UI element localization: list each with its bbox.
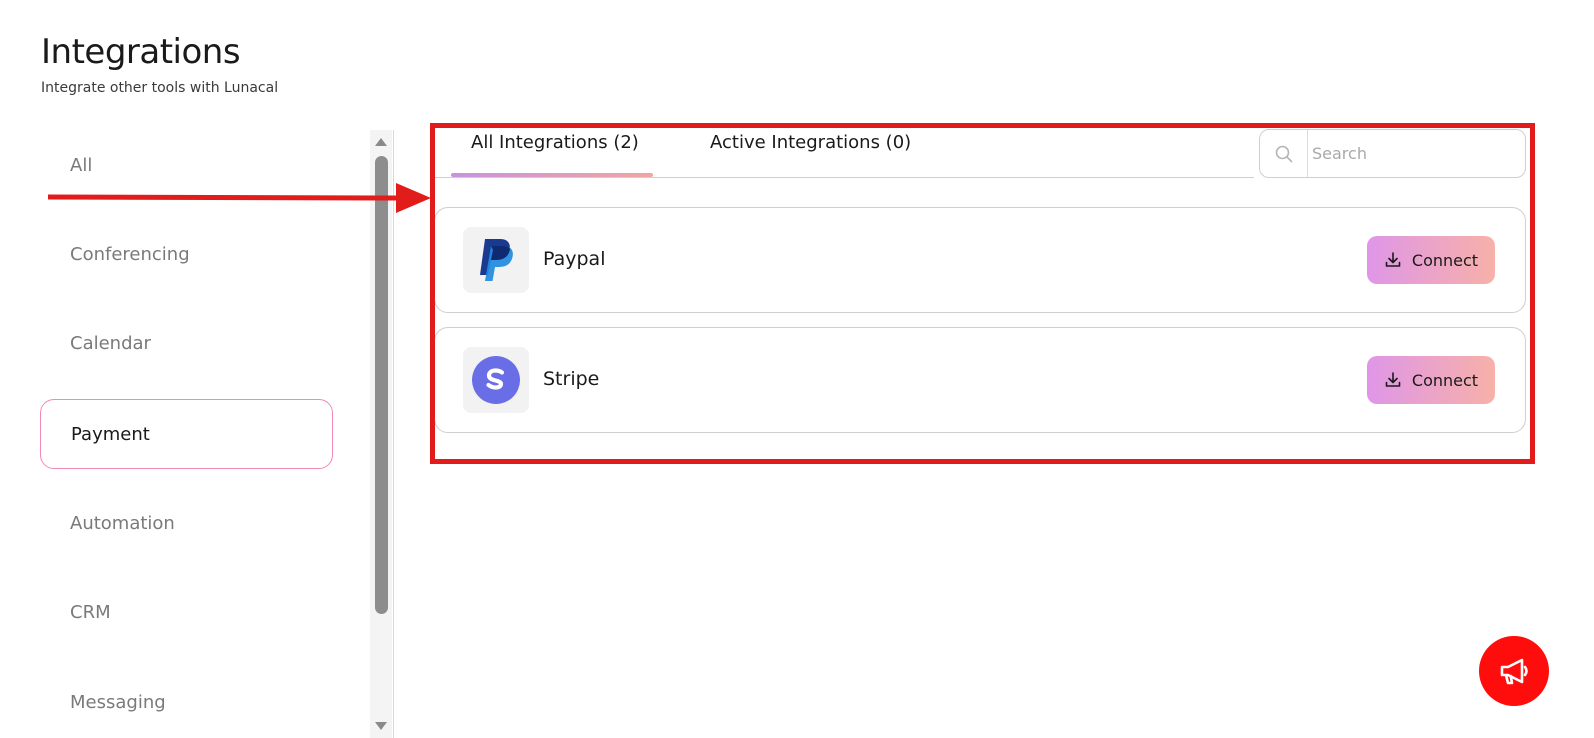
sidebar-item-messaging[interactable]: Messaging: [40, 667, 333, 737]
annotation-arrow-icon: [48, 183, 431, 213]
megaphone-icon: [1500, 658, 1528, 685]
announcement-button[interactable]: [1479, 636, 1549, 706]
page-title: Integrations: [41, 32, 241, 72]
sidebar-item-automation[interactable]: Automation: [40, 488, 333, 558]
page-subtitle: Integrate other tools with Lunacal: [41, 80, 279, 96]
sidebar-scrollbar[interactable]: [370, 130, 392, 738]
scroll-thumb[interactable]: [375, 156, 388, 614]
sidebar-item-payment[interactable]: Payment: [40, 399, 333, 469]
sidebar-item-crm[interactable]: CRM: [40, 577, 333, 647]
sidebar-item-calendar[interactable]: Calendar: [40, 308, 333, 378]
page-header: Integrations Integrate other tools with …: [41, 30, 278, 96]
scroll-up-arrow-icon[interactable]: [375, 138, 387, 146]
sidebar-divider: [393, 130, 394, 738]
annotation-highlight-box: [430, 123, 1535, 464]
scroll-down-arrow-icon[interactable]: [375, 722, 387, 730]
category-sidebar: All Conferencing Calendar Payment Automa…: [40, 130, 340, 738]
sidebar-item-conferencing[interactable]: Conferencing: [40, 219, 333, 289]
